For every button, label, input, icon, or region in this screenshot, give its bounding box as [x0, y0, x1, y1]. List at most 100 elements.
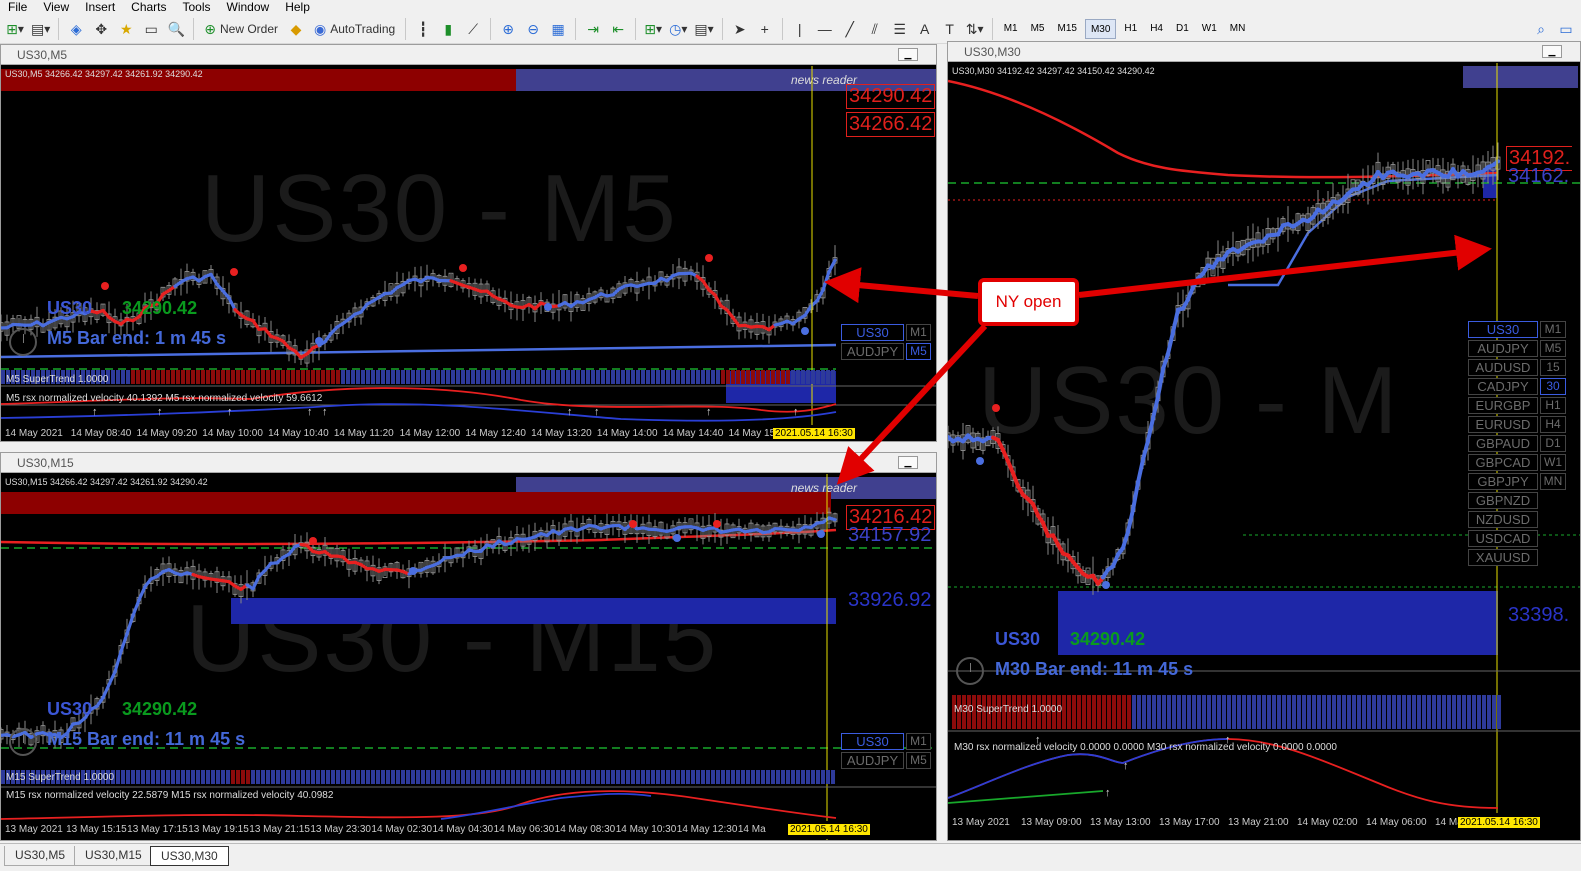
trendline-button[interactable]: ╱	[839, 18, 861, 40]
chart-window-m15[interactable]: US30,M15 ▁ news reader US30,M15 34266.42…	[0, 452, 937, 841]
periods-button[interactable]: ◷ ▾	[667, 18, 689, 40]
menu-window[interactable]: Window	[219, 0, 278, 14]
zoom-out-button[interactable]: ⊖	[522, 18, 544, 40]
tf-h4[interactable]: H4	[1145, 19, 1168, 39]
supertrend-cell	[1457, 695, 1461, 729]
symbol-tf-m5[interactable]: M5	[906, 752, 931, 769]
long-ma-line	[948, 79, 1499, 179]
tab-us30-m5[interactable]: US30,M5	[4, 846, 77, 866]
symbol-button-nzdusd[interactable]: NZDUSD	[1468, 511, 1538, 528]
fibonacci-button[interactable]: ☰	[889, 18, 911, 40]
symbol-tf-h1[interactable]: H1	[1540, 397, 1566, 414]
tf-m5[interactable]: M5	[1026, 19, 1050, 39]
symbol-tf-m1[interactable]: M1	[906, 324, 931, 341]
tf-mn[interactable]: MN	[1225, 19, 1251, 39]
symbol-button-audjpy[interactable]: AUDJPY	[841, 343, 904, 360]
symbol-tf-15[interactable]: 15	[1540, 359, 1566, 376]
symbol-button-audjpy[interactable]: AUDJPY	[1468, 340, 1538, 357]
supertrend-title: M5 SuperTrend 1.0000	[6, 374, 109, 385]
autoscroll-button[interactable]: ⇥	[582, 18, 604, 40]
symbol-button-gbpcad[interactable]: GBPCAD	[1468, 454, 1538, 471]
menu-help[interactable]: Help	[277, 0, 318, 14]
zoom-in-button[interactable]: ⊕	[497, 18, 519, 40]
plot-area-m15[interactable]: news reader US30,M15 34266.42 34297.42 3…	[1, 474, 936, 840]
menu-view[interactable]: View	[35, 0, 77, 14]
symbol-button-us30[interactable]: US30	[841, 733, 904, 750]
chart-window-m30[interactable]: US30,M30 ▁ US30,M30 34192.42 34297.42 34…	[947, 41, 1581, 841]
tf-w1[interactable]: W1	[1197, 19, 1222, 39]
minimize-button[interactable]: ▁	[898, 456, 918, 469]
minimize-button[interactable]: ▁	[1542, 45, 1562, 58]
symbol-button-eurusd[interactable]: EURUSD	[1468, 416, 1538, 433]
tf-m1[interactable]: M1	[999, 19, 1023, 39]
channel-button[interactable]: ⫽	[864, 18, 886, 40]
chart-shift-button[interactable]: ⇤	[607, 18, 629, 40]
horizontal-line-icon: —	[817, 20, 832, 37]
tf-m15[interactable]: M15	[1053, 19, 1082, 39]
templates-button[interactable]: ▤ ▾	[692, 18, 715, 40]
minimize-button[interactable]: ▁	[898, 48, 918, 61]
symbol-button-xauusd[interactable]: XAUUSD	[1468, 549, 1538, 566]
menu-tools[interactable]: Tools	[175, 0, 219, 14]
horizontal-line-button[interactable]: —	[814, 18, 836, 40]
text-button[interactable]: A	[914, 18, 936, 40]
menu-insert[interactable]: Insert	[77, 0, 123, 14]
symbol-button-audusd[interactable]: AUDUSD	[1468, 359, 1538, 376]
line-chart-button[interactable]: ⟋	[462, 18, 484, 40]
vertical-line-button[interactable]: |	[789, 18, 811, 40]
symbol-label: US30	[47, 298, 93, 318]
symbol-tf-mn[interactable]: MN	[1540, 473, 1566, 490]
tab-us30-m15[interactable]: US30,M15	[74, 846, 153, 866]
search-button[interactable]: ⌕	[1530, 18, 1552, 40]
chart-window-m5[interactable]: US30,M5 ▁ news reader US30,M5 34266.42 3…	[0, 44, 937, 442]
profiles-button[interactable]: ▤ ▾	[29, 18, 52, 40]
menu-file[interactable]: File	[0, 0, 35, 14]
tf-m30[interactable]: M30	[1084, 18, 1117, 39]
symbol-button-us30[interactable]: US30	[1468, 321, 1538, 338]
indicators-button[interactable]: ⊞ ▾	[642, 18, 664, 40]
symbol-tf-h4[interactable]: H4	[1540, 416, 1566, 433]
symbol-tf-m1[interactable]: M1	[1540, 321, 1566, 338]
symbol-tf-m5[interactable]: M5	[1540, 340, 1566, 357]
terminal-button[interactable]: ▭	[140, 18, 162, 40]
symbol-button-gbpjpy[interactable]: GBPJPY	[1468, 473, 1538, 490]
navigator-button[interactable]: ★	[115, 18, 137, 40]
new-order-button[interactable]: ⊕ New Order	[200, 18, 282, 40]
symbol-button-gbpaud[interactable]: GBPAUD	[1468, 435, 1538, 452]
time-label: 13 May 09:00	[1021, 817, 1082, 828]
symbol-button-eurgbp[interactable]: EURGBP	[1468, 397, 1538, 414]
arrows-button[interactable]: ⇅ ▾	[964, 18, 986, 40]
market-watch-button[interactable]: ◈	[65, 18, 87, 40]
text-label-icon: T	[945, 20, 954, 37]
strategy-tester-button[interactable]: 🔍	[165, 18, 187, 40]
menu-charts[interactable]: Charts	[123, 0, 174, 14]
symbol-button-usdcad[interactable]: USDCAD	[1468, 530, 1538, 547]
plot-area-m5[interactable]: news reader US30,M5 34266.42 34297.42 34…	[1, 66, 936, 441]
new-chart-button[interactable]: ⊞ ▾	[4, 18, 26, 40]
supertrend-cell	[416, 770, 420, 784]
autotrading-button[interactable]: ◉ AutoTrading	[310, 18, 399, 40]
bar-chart-button[interactable]: ┇	[412, 18, 434, 40]
symbol-tf-m5[interactable]: M5	[906, 343, 931, 360]
cursor-button[interactable]: ➤	[729, 18, 751, 40]
tab-us30-m30[interactable]: US30,M30	[150, 846, 229, 866]
symbol-tf-m1[interactable]: M1	[906, 733, 931, 750]
symbol-tf-30[interactable]: 30	[1540, 378, 1566, 395]
chat-button[interactable]: ▭	[1555, 18, 1577, 40]
tile-windows-button[interactable]: ▦	[547, 18, 569, 40]
symbol-button-cadjpy[interactable]: CADJPY	[1468, 378, 1538, 395]
supertrend-cell	[466, 770, 470, 784]
metaeditor-button[interactable]: ◆	[285, 18, 307, 40]
data-window-button[interactable]: ✥	[90, 18, 112, 40]
tf-h1[interactable]: H1	[1119, 19, 1142, 39]
symbol-button-gbpnzd[interactable]: GBPNZD	[1468, 492, 1538, 509]
tf-d1[interactable]: D1	[1171, 19, 1194, 39]
candlestick-button[interactable]: ▮	[437, 18, 459, 40]
symbol-button-audjpy[interactable]: AUDJPY	[841, 752, 904, 769]
symbol-tf-w1[interactable]: W1	[1540, 454, 1566, 471]
text-label-button[interactable]: T	[939, 18, 961, 40]
plot-area-m30[interactable]: US30,M30 34192.42 34297.42 34150.42 3429…	[948, 63, 1580, 840]
symbol-tf-d1[interactable]: D1	[1540, 435, 1566, 452]
symbol-button-us30[interactable]: US30	[841, 324, 904, 341]
crosshair-button[interactable]: +	[754, 18, 776, 40]
